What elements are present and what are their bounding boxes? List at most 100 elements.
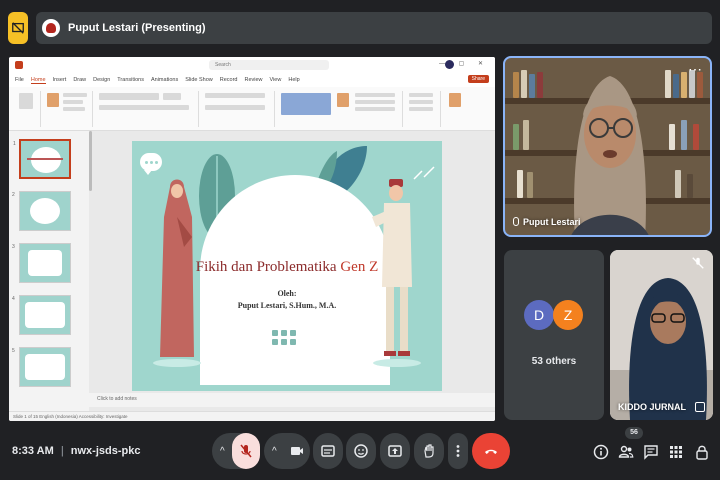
paragraph-group bbox=[201, 91, 275, 127]
chat-button[interactable] bbox=[642, 443, 660, 461]
host-controls-icon bbox=[696, 445, 708, 460]
tab-view[interactable]: View bbox=[270, 77, 282, 83]
emoji-icon bbox=[354, 444, 368, 458]
ppt-title-bar: Search — ▢ ✕ bbox=[9, 57, 495, 73]
participant-tile-kiddo[interactable]: KIDDO JURNAL bbox=[610, 250, 713, 420]
editing-group bbox=[405, 91, 441, 127]
avatar-initial: D bbox=[533, 307, 545, 323]
current-slide[interactable]: Fikih dan Problematika Gen Z Oleh: Puput… bbox=[132, 141, 442, 391]
ppt-status-bar: Slide 1 of 15 English (Indonesia) Access… bbox=[9, 411, 495, 421]
tab-transitions[interactable]: Transitions bbox=[117, 77, 144, 83]
ppt-ribbon-tabs: File Home Insert Draw Design Transitions… bbox=[9, 73, 495, 87]
mic-toggle-button[interactable] bbox=[232, 433, 260, 469]
slide-title: Fikih dan Problematika Gen Z bbox=[132, 259, 442, 276]
present-icon bbox=[12, 22, 24, 34]
activities-icon bbox=[670, 446, 682, 458]
mic-options-chevron-icon[interactable]: ^ bbox=[220, 446, 225, 457]
speaker-name-label: Puput Lestari bbox=[513, 217, 581, 227]
participant-tile-main-speaker[interactable]: ⋯ Puput Lestari bbox=[503, 56, 712, 237]
slide-thumbnails: 1 2 3 4 5 bbox=[9, 131, 89, 411]
activities-button[interactable] bbox=[667, 443, 685, 461]
more-options-button[interactable] bbox=[448, 433, 468, 469]
thumbnail-scrollbar[interactable] bbox=[89, 131, 92, 191]
speech-bubble-graphic bbox=[140, 153, 162, 175]
presentation-indicator[interactable] bbox=[8, 12, 28, 44]
participant-count-badge: 56 bbox=[625, 427, 643, 439]
people-icon bbox=[618, 445, 634, 458]
presenting-banner: Puput Lestari (Presenting) bbox=[36, 12, 712, 44]
others-count-label: 53 others bbox=[531, 356, 577, 367]
slide-thumb[interactable]: 4 bbox=[12, 295, 71, 335]
host-controls-button[interactable] bbox=[693, 443, 711, 461]
tile-more-icon[interactable]: ⋯ bbox=[688, 62, 702, 76]
captions-button[interactable] bbox=[313, 433, 343, 469]
tab-animations[interactable]: Animations bbox=[151, 77, 178, 83]
decorative-squares bbox=[272, 330, 300, 350]
slide-title-accent: Gen Z bbox=[340, 259, 379, 275]
present-now-button[interactable] bbox=[380, 433, 410, 469]
slide-thumb[interactable]: 1 bbox=[13, 139, 71, 179]
others-participants-tile[interactable] bbox=[504, 250, 604, 420]
presenting-label: Puput Lestari (Presenting) bbox=[68, 22, 206, 34]
shared-screen: Search — ▢ ✕ File Home Insert Draw Desig… bbox=[9, 57, 495, 421]
share-button[interactable]: Share bbox=[467, 75, 489, 83]
present-screen-icon bbox=[388, 445, 402, 457]
mic-off-icon bbox=[240, 444, 252, 458]
participant-avatar-z: Z bbox=[553, 300, 583, 330]
tab-record[interactable]: Record bbox=[220, 77, 238, 83]
slide-by-label: Oleh: bbox=[277, 289, 297, 298]
ppt-ribbon bbox=[9, 87, 495, 131]
presenter-avatar bbox=[42, 19, 60, 37]
people-button[interactable] bbox=[617, 443, 635, 461]
ppt-search-input[interactable]: Search bbox=[209, 60, 329, 70]
powerpoint-logo-icon bbox=[15, 61, 23, 69]
info-icon bbox=[593, 444, 609, 460]
window-controls[interactable]: — ▢ ✕ bbox=[439, 60, 489, 67]
tab-home[interactable]: Home bbox=[30, 77, 46, 84]
speaker-name: Puput Lestari bbox=[523, 217, 581, 227]
tab-insert[interactable]: Insert bbox=[53, 77, 67, 83]
end-call-icon bbox=[485, 449, 497, 454]
slide-thumb[interactable]: 2 bbox=[12, 191, 71, 231]
camera-icon bbox=[291, 447, 303, 455]
add-ins-group bbox=[443, 91, 471, 127]
meeting-code: nwx-jsds-pkc bbox=[70, 445, 141, 457]
ppt-workspace: 1 2 3 4 5 Fikih dan Problematika Gen Z O… bbox=[9, 131, 495, 411]
meeting-details-button[interactable] bbox=[592, 443, 610, 461]
sparkle-graphic bbox=[413, 166, 435, 180]
speaker-video-feed bbox=[571, 76, 649, 235]
reactions-button[interactable] bbox=[346, 433, 376, 469]
tab-slide-show[interactable]: Slide Show bbox=[185, 77, 213, 83]
raise-hand-button[interactable] bbox=[414, 433, 444, 469]
chat-icon bbox=[644, 445, 658, 460]
tab-file[interactable]: File bbox=[15, 77, 24, 83]
raise-hand-icon bbox=[424, 444, 434, 458]
muted-mic-icon bbox=[691, 256, 705, 270]
meeting-info: 8:33 AM | nwx-jsds-pkc bbox=[12, 445, 141, 457]
kiddo-name-label: KIDDO JURNAL bbox=[618, 402, 687, 412]
drawing-group bbox=[277, 91, 403, 127]
tile-pin-icon[interactable] bbox=[695, 402, 705, 412]
mic-control-group: ^ bbox=[212, 433, 260, 469]
meeting-controls-bar: 8:33 AM | nwx-jsds-pkc ^ ^ bbox=[0, 425, 720, 480]
more-options-icon bbox=[456, 445, 460, 457]
slide-thumb[interactable]: 5 bbox=[12, 347, 71, 387]
mic-icon bbox=[513, 217, 519, 226]
leave-call-button[interactable] bbox=[472, 433, 510, 469]
slide-thumb[interactable]: 3 bbox=[12, 243, 71, 283]
top-bar: Puput Lestari (Presenting) bbox=[0, 0, 720, 52]
camera-options-chevron-icon[interactable]: ^ bbox=[272, 446, 277, 457]
camera-toggle-button[interactable] bbox=[284, 433, 310, 469]
tab-design[interactable]: Design bbox=[93, 77, 110, 83]
kiddo-video-feed bbox=[610, 250, 713, 420]
clipboard-group bbox=[13, 91, 41, 127]
slide-title-main: Fikih dan Problematika bbox=[195, 259, 341, 275]
clock-time: 8:33 AM bbox=[12, 445, 54, 457]
avatar-initial: Z bbox=[563, 307, 573, 323]
notes-pane[interactable]: Click to add notes bbox=[89, 393, 495, 407]
slides-group bbox=[43, 91, 93, 127]
participant-avatar-d: D bbox=[524, 300, 554, 330]
tab-draw[interactable]: Draw bbox=[73, 77, 86, 83]
tab-help[interactable]: Help bbox=[288, 77, 299, 83]
tab-review[interactable]: Review bbox=[244, 77, 262, 83]
